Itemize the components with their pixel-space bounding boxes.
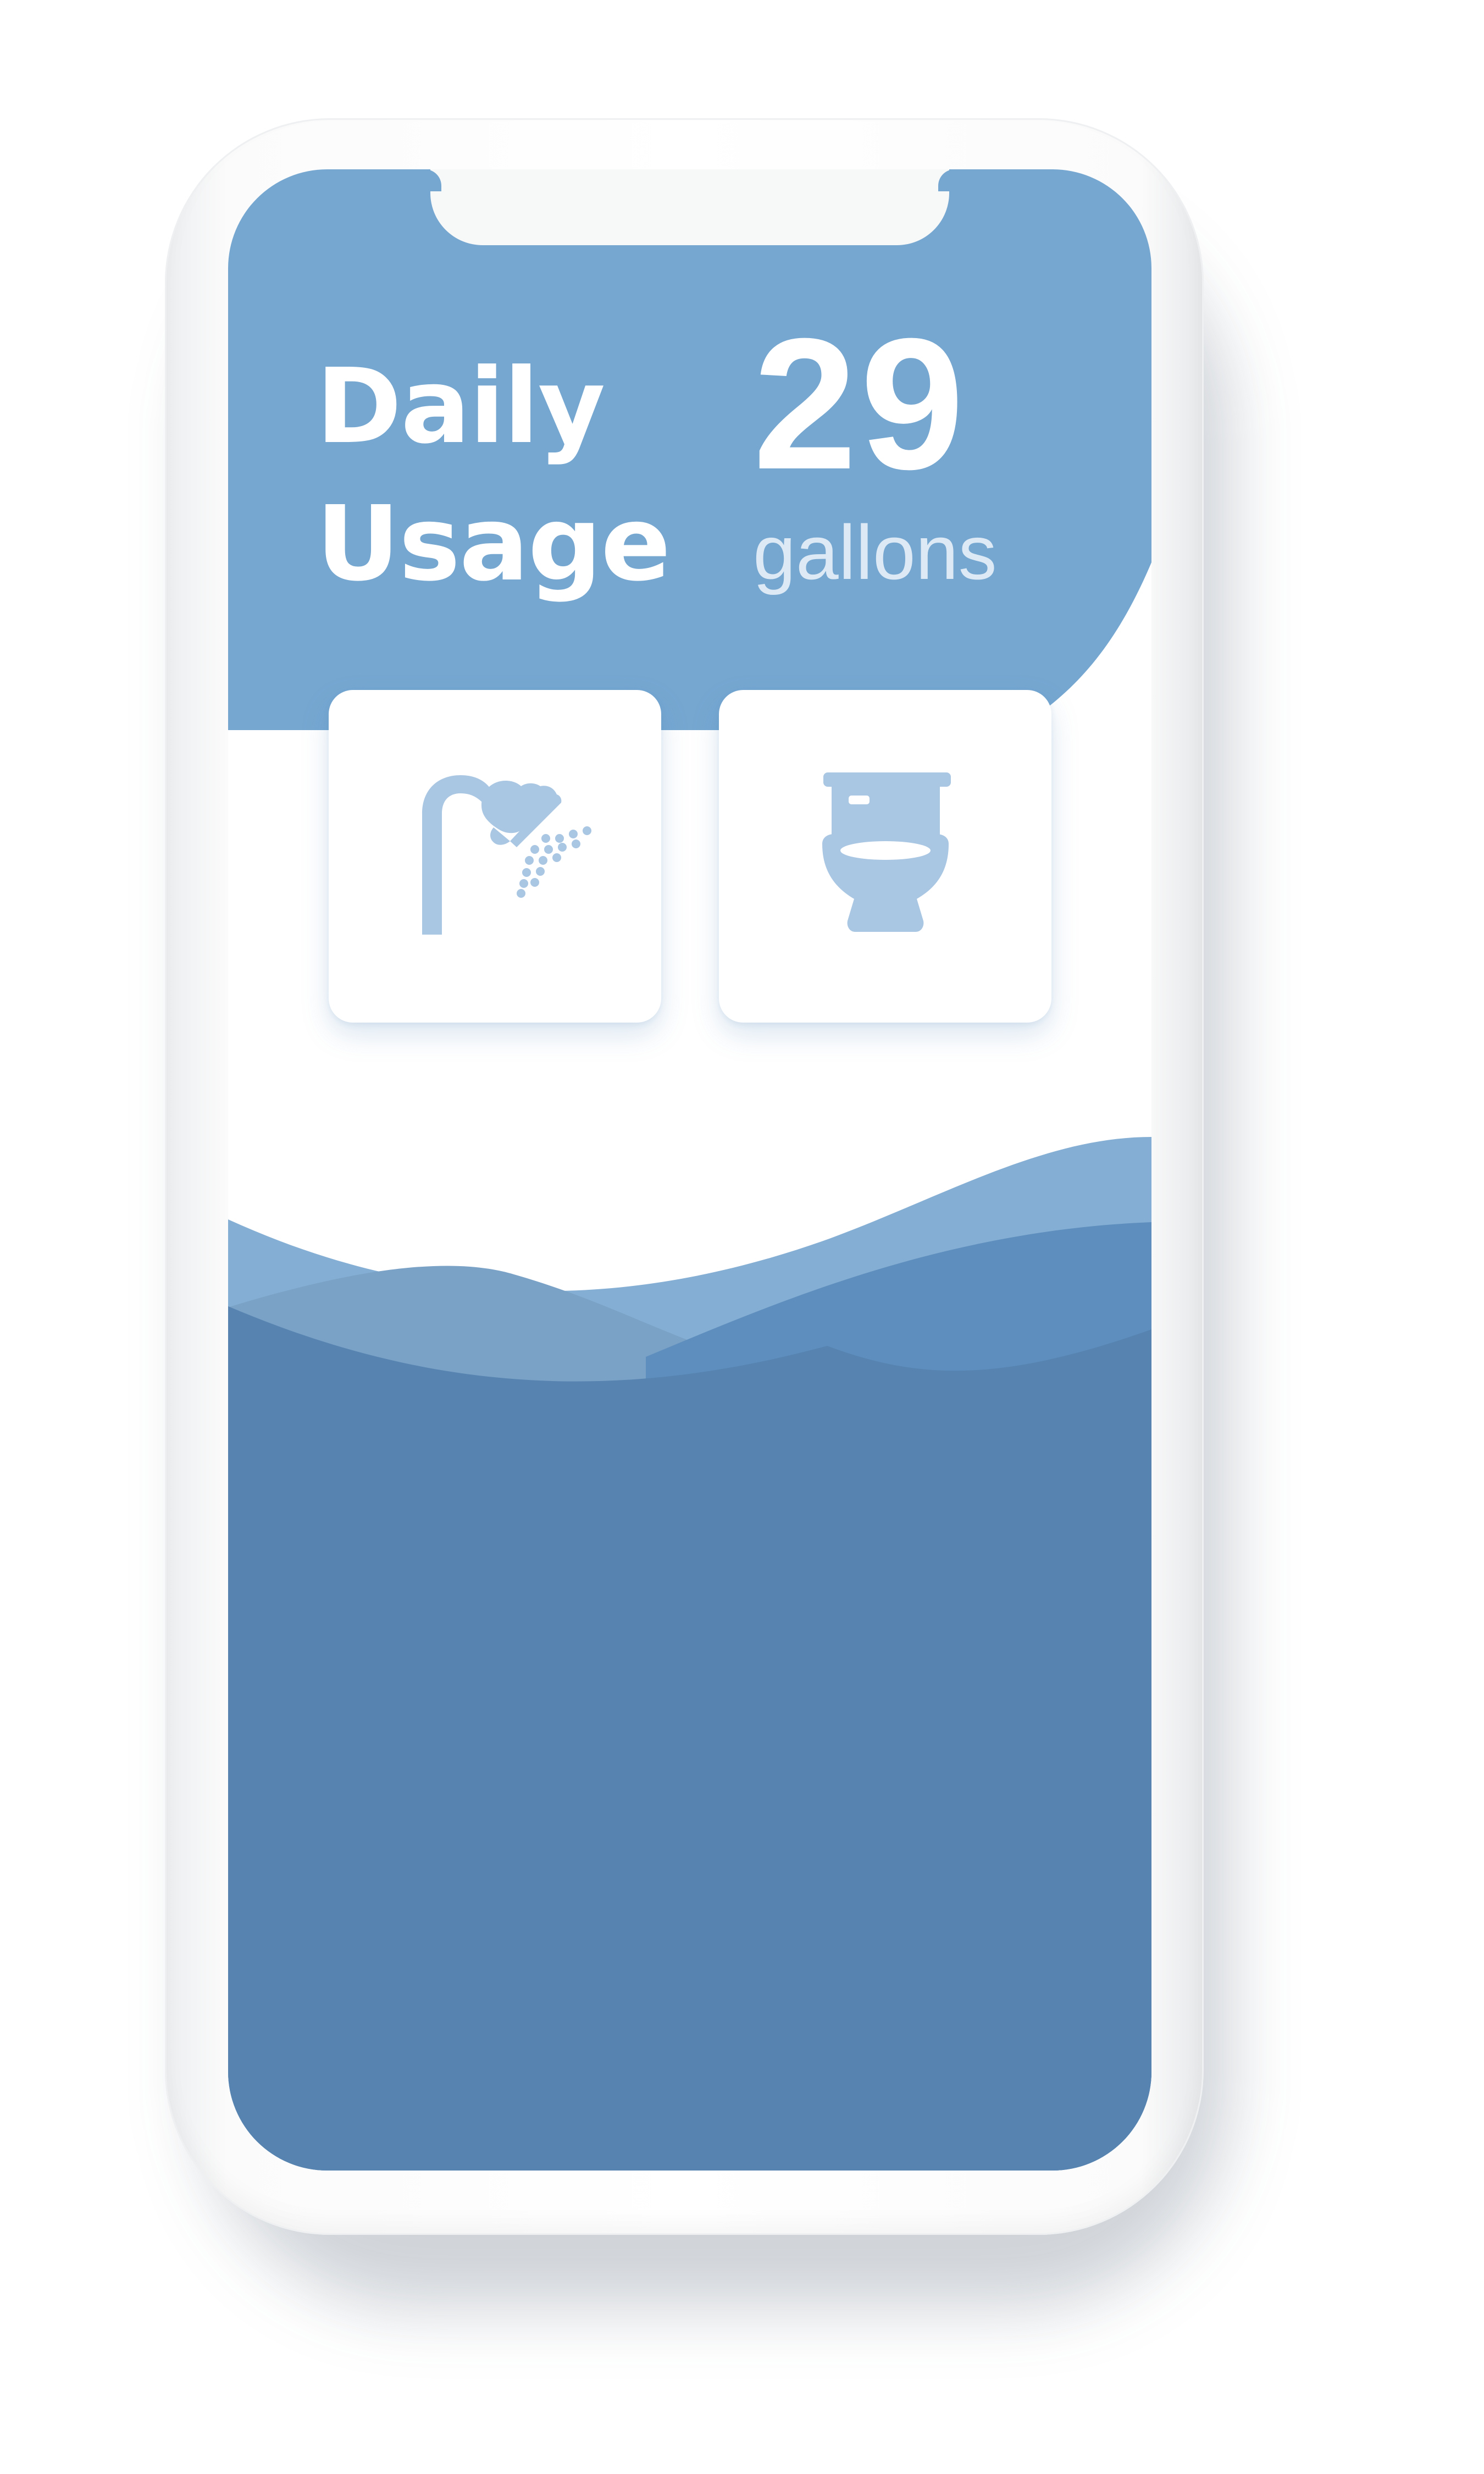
shower-icon bbox=[422, 775, 591, 935]
water-deep bbox=[228, 1306, 1151, 2171]
notch bbox=[430, 169, 949, 245]
usage-unit: gallons bbox=[753, 509, 997, 595]
toilet-icon bbox=[822, 772, 951, 932]
usage-value: 29 bbox=[753, 300, 968, 509]
toilet-card[interactable] bbox=[719, 690, 1051, 1023]
shower-card[interactable] bbox=[329, 690, 661, 1023]
page-title: Daily Usage bbox=[316, 338, 671, 613]
title-line-2: Usage bbox=[316, 484, 671, 604]
title-line-1: Daily bbox=[316, 346, 605, 467]
